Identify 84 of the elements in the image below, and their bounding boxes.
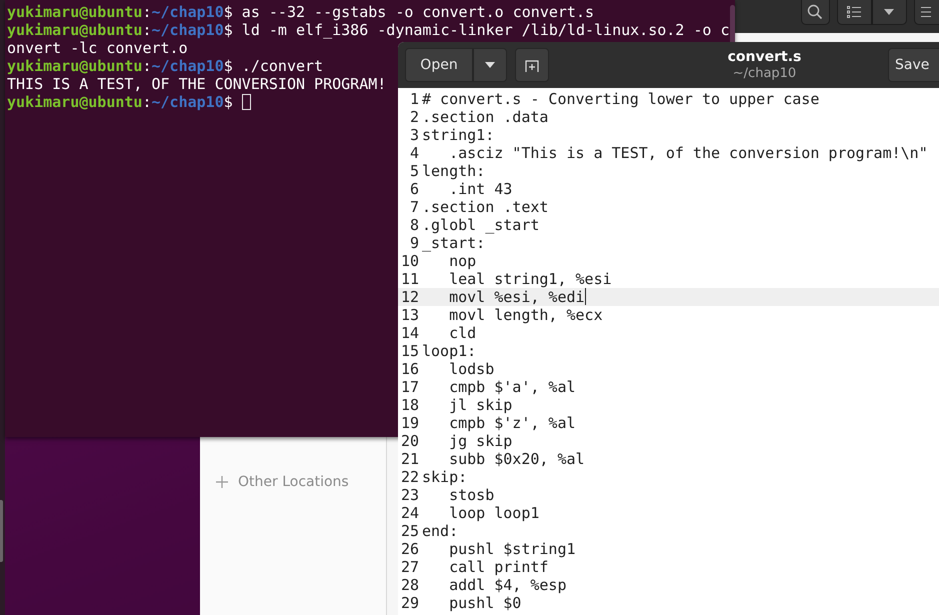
line-number: 10 <box>400 252 419 270</box>
scrollbar[interactable] <box>730 5 735 45</box>
code-line: skip: <box>421 468 468 486</box>
code-line: leal string1, %esi <box>448 270 612 288</box>
menu-button[interactable] <box>914 0 939 25</box>
code-line: .section .data <box>421 108 548 126</box>
code-line: string1: <box>421 126 494 144</box>
code-line: jg skip <box>448 432 512 450</box>
code-line: .int 43 <box>448 180 512 198</box>
line-number: 25 <box>400 522 419 540</box>
menu-icon <box>920 6 931 18</box>
code-line: nop <box>448 252 476 270</box>
code-line: call printf <box>448 558 548 576</box>
code-line: cld <box>448 324 476 342</box>
code-line: _start: <box>421 234 486 252</box>
plus-icon <box>216 476 228 488</box>
list-icon <box>847 6 862 18</box>
new-tab-icon <box>525 58 539 72</box>
code-line: movl %esi, %edi <box>448 288 585 306</box>
line-number: 1 <box>408 90 419 108</box>
caret-icon <box>884 9 894 15</box>
line-number: 19 <box>400 414 419 432</box>
code-line: stosb <box>448 486 494 504</box>
code-line: loop1: <box>421 342 476 360</box>
line-number: 4 <box>408 144 419 162</box>
code-line: addl $4, %esp <box>448 576 566 594</box>
search-icon <box>807 4 824 20</box>
code-line: loop loop1 <box>448 504 540 522</box>
line-number: 2 <box>408 108 419 126</box>
code-line: # convert.s - Converting lower to upper case <box>421 90 820 108</box>
line-number: 28 <box>400 576 419 594</box>
open-menu-button[interactable] <box>473 48 507 82</box>
code-line: length: <box>421 162 486 180</box>
line-number: 13 <box>400 306 419 324</box>
terminal-line: THIS IS A TEST, OF THE CONVERSION PROGRAM! <box>7 75 386 93</box>
code-line: subb $0x20, %al <box>448 450 585 468</box>
line-number: 11 <box>400 270 419 288</box>
text-cursor <box>584 288 586 305</box>
line-number: 16 <box>400 360 419 378</box>
code-line: .asciz "This is a TEST, of the conversion program!\n" <box>448 144 928 162</box>
terminal-line: yukimaru@ubuntu:~/chap10$ ./convert <box>7 57 324 75</box>
line-number: 21 <box>400 450 419 468</box>
line-number: 27 <box>400 558 419 576</box>
code-line: .section .text <box>421 198 548 216</box>
line-number: 26 <box>400 540 419 558</box>
line-number: 20 <box>400 432 419 450</box>
code-line: cmpb $'z', %al <box>448 414 576 432</box>
line-number: 12 <box>400 288 419 306</box>
search-button[interactable] <box>801 0 830 25</box>
line-number: 23 <box>400 486 419 504</box>
code-line: end: <box>421 522 458 540</box>
line-number: 22 <box>400 468 419 486</box>
code-line: .globl _start <box>421 216 540 234</box>
line-number: 6 <box>408 180 419 198</box>
code-line: movl length, %ecx <box>448 306 603 324</box>
terminal-line: yukimaru@ubuntu:~/chap10$ <box>7 93 251 111</box>
code-line: pushl $string1 <box>448 540 576 558</box>
list-view-button[interactable] <box>836 0 872 25</box>
line-number: 3 <box>408 126 419 144</box>
terminal-line: yukimaru@ubuntu:~/chap10$ as --32 --gstabs -o convert.o convert.s <box>7 3 594 21</box>
view-options-button[interactable] <box>872 0 907 25</box>
window-subtitle: ~/chap10 <box>732 66 796 81</box>
terminal-line: onvert -lc convert.o <box>7 39 188 57</box>
code-line: cmpb $'a', %al <box>448 378 576 396</box>
code-line: pushl $0 <box>448 594 522 612</box>
new-tab-button[interactable] <box>515 48 549 82</box>
line-number: 24 <box>400 504 419 522</box>
dock-handle[interactable] <box>0 500 3 562</box>
code-line: jl skip <box>448 396 512 414</box>
save-button[interactable]: Save <box>888 48 939 82</box>
line-number: 9 <box>408 234 419 252</box>
terminal-line: yukimaru@ubuntu:~/chap10$ ld -m elf_i386 -dynamic-linker /lib/ld-linux.so.2 -o c <box>7 21 730 39</box>
code-line: lodsb <box>448 360 494 378</box>
line-number: 15 <box>400 342 419 360</box>
line-number: 17 <box>400 378 419 396</box>
caret-icon <box>485 62 495 68</box>
line-number: 14 <box>400 324 419 342</box>
window-title: convert.s <box>728 49 802 66</box>
line-number: 5 <box>408 162 419 180</box>
line-number: 8 <box>408 216 419 234</box>
line-number: 18 <box>400 396 419 414</box>
open-button[interactable]: Open <box>405 48 473 82</box>
line-number: 7 <box>408 198 419 216</box>
line-number: 29 <box>400 594 419 612</box>
